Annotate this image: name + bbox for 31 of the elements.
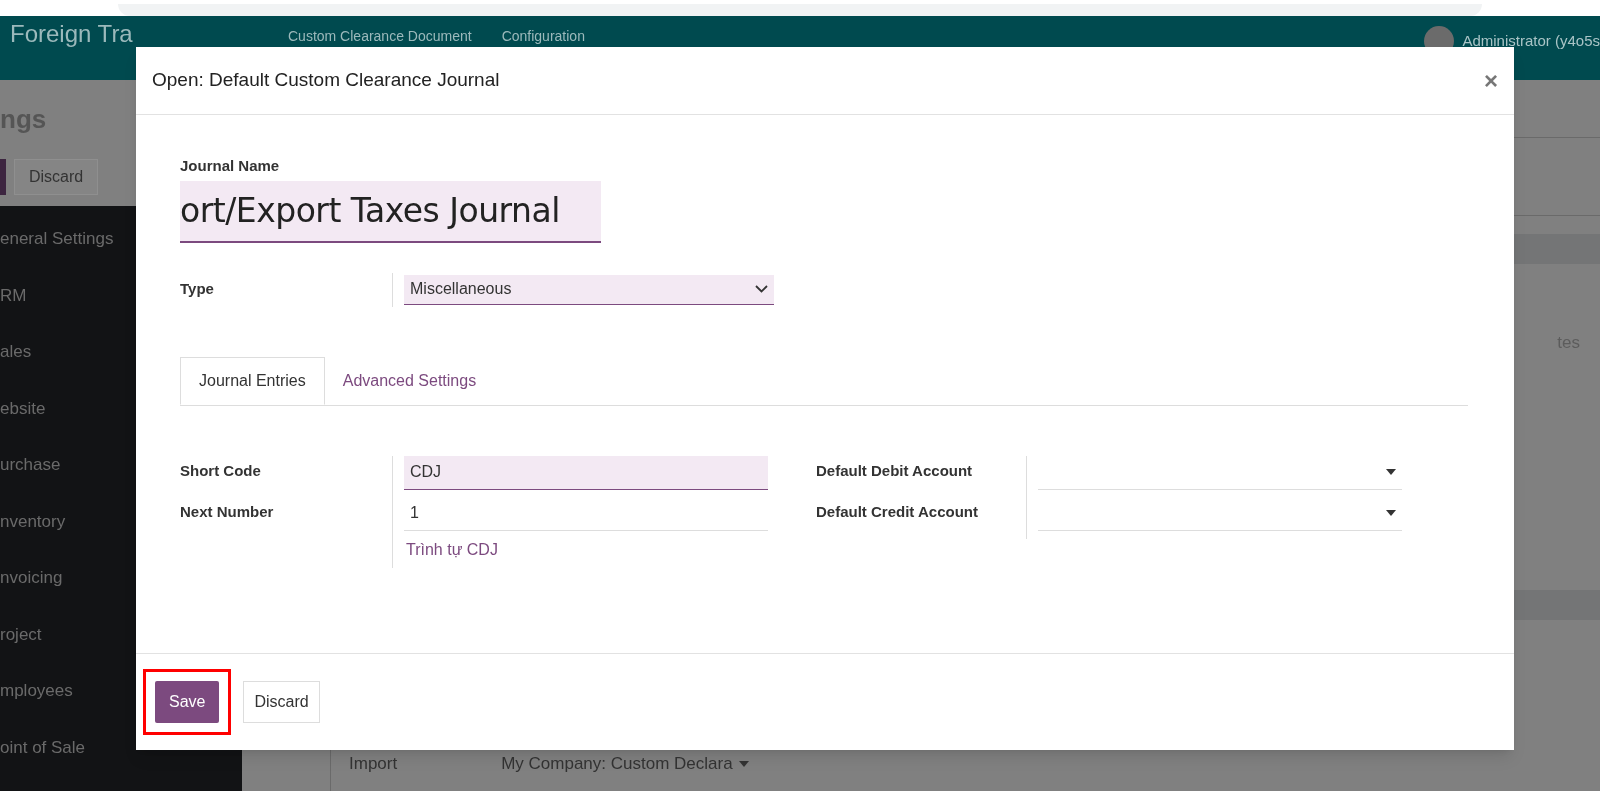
- field-label: Default Credit Account: [816, 501, 979, 521]
- sequence-link[interactable]: Trình tự CDJ: [404, 537, 768, 562]
- chevron-down-icon: [755, 285, 768, 293]
- discard-button[interactable]: Discard: [14, 159, 99, 195]
- caret-icon: [1386, 510, 1396, 516]
- field-label: Type: [180, 279, 215, 300]
- company-select[interactable]: My Company: Custom Declara: [501, 751, 749, 777]
- user-name[interactable]: Administrator (y4o5s: [1462, 29, 1600, 53]
- import-label: Import: [349, 753, 398, 776]
- tab[interactable]: Advanced Settings: [324, 356, 495, 405]
- close-button[interactable]: ×: [1484, 68, 1498, 93]
- caret-icon: [738, 761, 749, 767]
- sidebar-item[interactable]: oint of Sale: [0, 734, 242, 791]
- save-button[interactable]: Save: [155, 681, 220, 723]
- input-field[interactable]: CDJ: [404, 455, 768, 490]
- tab[interactable]: Journal Entries: [180, 356, 325, 405]
- address-bar[interactable]: [118, 4, 1482, 16]
- field-label: Short Code: [180, 460, 262, 480]
- input-field[interactable]: 1: [404, 496, 768, 531]
- field-label: Default Debit Account: [816, 460, 974, 480]
- caret-icon: [1386, 469, 1396, 475]
- field-label: Next Number: [180, 501, 275, 521]
- journal-name-field[interactable]: ort/Export Taxes Journal: [180, 180, 601, 243]
- discard-button[interactable]: Discard: [243, 681, 320, 723]
- app-title: Foreign Tra: [10, 20, 134, 48]
- type-select[interactable]: Miscellaneous: [404, 274, 774, 305]
- menu-item[interactable]: Configuration: [501, 28, 585, 44]
- button-edge[interactable]: [0, 159, 6, 195]
- field-label: Journal Name: [180, 156, 281, 176]
- dialog-title: Open: Default Custom Clearance Journal: [152, 68, 500, 93]
- menu-item[interactable]: Custom Clearance Document: [288, 28, 472, 44]
